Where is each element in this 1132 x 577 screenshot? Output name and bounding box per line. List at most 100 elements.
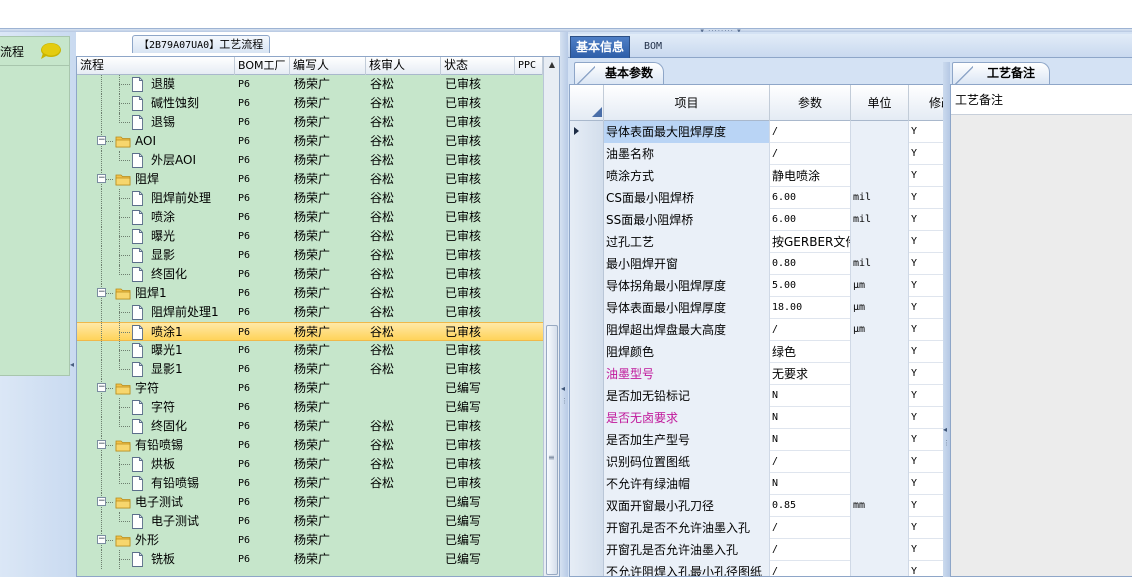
param-modify-cell[interactable]: Y — [909, 275, 945, 297]
param-row[interactable]: 导体拐角最小阻焊厚度 5.00 μm Y — [570, 275, 945, 297]
param-modify-cell[interactable]: Y — [909, 187, 945, 209]
tree-leaf-row[interactable]: 退膜 P6 杨荣广 谷松 已审核 — [77, 75, 543, 94]
param-value-cell[interactable]: / — [770, 561, 851, 576]
row-selector[interactable] — [570, 143, 604, 165]
param-row[interactable]: 不允许阻焊入孔最小孔径图纸 / Y — [570, 561, 945, 576]
tree-leaf-row[interactable]: 显影 P6 杨荣广 谷松 已审核 — [77, 246, 543, 265]
row-selector[interactable] — [570, 363, 604, 385]
row-selector[interactable] — [570, 473, 604, 495]
col-header-flow[interactable]: 流程 — [77, 57, 235, 75]
param-value-cell[interactable]: / — [770, 517, 851, 539]
param-row[interactable]: 导体表面最小阻焊厚度 18.00 μm Y — [570, 297, 945, 319]
param-modify-cell[interactable]: Y — [909, 209, 945, 231]
param-row[interactable]: 识别码位置图纸 / Y — [570, 451, 945, 473]
param-modify-cell[interactable]: Y — [909, 319, 945, 341]
param-value-cell[interactable]: 18.00 — [770, 297, 851, 319]
row-selector[interactable] — [570, 297, 604, 319]
param-modify-cell[interactable]: Y — [909, 231, 945, 253]
param-row[interactable]: 喷涂方式 静电喷涂 Y — [570, 165, 945, 187]
param-value-cell[interactable]: 无要求 — [770, 363, 851, 385]
param-modify-cell[interactable]: Y — [909, 429, 945, 451]
tree-leaf-row[interactable]: 阻焊前处理1 P6 杨荣广 谷松 已审核 — [77, 303, 543, 322]
tree-scrollbar[interactable]: ▲ ≡ — [543, 57, 559, 576]
param-value-cell[interactable]: 0.80 — [770, 253, 851, 275]
param-modify-cell[interactable]: Y — [909, 165, 945, 187]
param-row[interactable]: 开窗孔是否允许油墨入孔 / Y — [570, 539, 945, 561]
param-modify-cell[interactable]: Y — [909, 121, 945, 143]
param-value-cell[interactable]: / — [770, 143, 851, 165]
param-value-cell[interactable]: 6.00 — [770, 209, 851, 231]
tree-folder-row[interactable]: − 阻焊 P6 杨荣广 谷松 已审核 — [77, 170, 543, 189]
tab-bom[interactable]: BOM — [644, 36, 662, 58]
col-header-writer[interactable]: 编写人 — [290, 57, 366, 75]
param-value-cell[interactable]: 6.00 — [770, 187, 851, 209]
param-value-cell[interactable]: N — [770, 473, 851, 495]
row-selector[interactable] — [570, 561, 604, 576]
tree-leaf-row[interactable]: 碱性蚀刻 P6 杨荣广 谷松 已审核 — [77, 94, 543, 113]
collapse-node-icon[interactable]: − — [97, 383, 106, 392]
param-row[interactable]: 不允许有绿油帽 N Y — [570, 473, 945, 495]
row-selector[interactable] — [570, 231, 604, 253]
tree-leaf-row[interactable]: 曝光1 P6 杨荣广 谷松 已审核 — [77, 341, 543, 360]
tree-leaf-row[interactable]: 铣板 P6 杨荣广 已编写 — [77, 550, 543, 569]
param-modify-cell[interactable]: Y — [909, 363, 945, 385]
tree-folder-row[interactable]: − 有铅喷锡 P6 杨荣广 谷松 已审核 — [77, 436, 543, 455]
tree-leaf-row[interactable]: 终固化 P6 杨荣广 谷松 已审核 — [77, 265, 543, 284]
col-header-modify[interactable]: 修改 — [909, 85, 945, 121]
tree-folder-row[interactable]: − 字符 P6 杨荣广 已编写 — [77, 379, 543, 398]
col-header-status[interactable]: 状态 — [441, 57, 515, 75]
param-value-cell[interactable]: 绿色 — [770, 341, 851, 363]
collapse-arrow-icon[interactable]: ◂ — [70, 360, 75, 370]
param-row[interactable]: 过孔工艺 按GERBER文件 Y — [570, 231, 945, 253]
param-modify-cell[interactable]: Y — [909, 539, 945, 561]
scroll-up-icon[interactable]: ▲ — [544, 57, 559, 73]
param-modify-cell[interactable]: Y — [909, 341, 945, 363]
tree-leaf-row[interactable]: 喷涂1 P6 杨荣广 谷松 已审核 — [77, 322, 543, 342]
param-row[interactable]: 是否加无铅标记 N Y — [570, 385, 945, 407]
row-selector[interactable] — [570, 253, 604, 275]
row-selector[interactable] — [570, 517, 604, 539]
tree-leaf-row[interactable]: 阻焊前处理 P6 杨荣广 谷松 已审核 — [77, 189, 543, 208]
tree-folder-row[interactable]: − 电子测试 P6 杨荣广 已编写 — [77, 493, 543, 512]
collapse-arrow-icon[interactable]: ◂ — [943, 425, 947, 434]
row-selector[interactable] — [570, 495, 604, 517]
row-selector[interactable] — [570, 319, 604, 341]
tree-leaf-row[interactable]: 曝光 P6 杨荣广 谷松 已审核 — [77, 227, 543, 246]
comment-icon[interactable] — [38, 42, 62, 60]
col-header-item[interactable]: 项目 — [604, 85, 770, 121]
row-selector[interactable] — [570, 407, 604, 429]
param-value-cell[interactable]: N — [770, 407, 851, 429]
param-row[interactable]: CS面最小阻焊桥 6.00 mil Y — [570, 187, 945, 209]
col-header-value[interactable]: 参数 — [770, 85, 851, 121]
param-row[interactable]: 阻焊超出焊盘最大高度 / μm Y — [570, 319, 945, 341]
middle-splitter[interactable]: ◂ ⋮ — [560, 32, 568, 577]
param-modify-cell[interactable]: Y — [909, 451, 945, 473]
param-row[interactable]: 双面开窗最小孔刀径 0.85 mm Y — [570, 495, 945, 517]
param-value-cell[interactable]: N — [770, 429, 851, 451]
collapse-arrow-icon[interactable]: ◂ — [561, 384, 565, 393]
col-header-unit[interactable]: 单位 — [851, 85, 909, 121]
collapse-node-icon[interactable]: − — [97, 440, 106, 449]
right-splitter[interactable]: ◂ ⋮ — [943, 62, 950, 577]
param-row[interactable]: 阻焊颜色 绿色 Y — [570, 341, 945, 363]
collapse-node-icon[interactable]: − — [97, 288, 106, 297]
param-modify-cell[interactable]: Y — [909, 495, 945, 517]
tree-leaf-row[interactable]: 喷涂 P6 杨荣广 谷松 已审核 — [77, 208, 543, 227]
param-row[interactable]: 是否加生产型号 N Y — [570, 429, 945, 451]
param-row[interactable]: SS面最小阻焊桥 6.00 mil Y — [570, 209, 945, 231]
collapse-node-icon[interactable]: − — [97, 136, 106, 145]
param-row[interactable]: 最小阻焊开窗 0.80 mil Y — [570, 253, 945, 275]
param-value-cell[interactable]: N — [770, 385, 851, 407]
tree-leaf-row[interactable]: 字符 P6 杨荣广 已编写 — [77, 398, 543, 417]
tab-basic-info[interactable]: 基本信息 — [570, 36, 631, 58]
param-modify-cell[interactable]: Y — [909, 561, 945, 576]
row-selector[interactable] — [570, 275, 604, 297]
tree-leaf-row[interactable]: 有铅喷锡 P6 杨荣广 谷松 已审核 — [77, 474, 543, 493]
process-notes-field[interactable]: 工艺备注 — [951, 85, 1132, 115]
param-modify-cell[interactable]: Y — [909, 517, 945, 539]
row-selector[interactable] — [570, 451, 604, 473]
param-row[interactable]: 油墨名称 / Y — [570, 143, 945, 165]
param-modify-cell[interactable]: Y — [909, 385, 945, 407]
param-modify-cell[interactable]: Y — [909, 253, 945, 275]
col-header-reviewer[interactable]: 核审人 — [366, 57, 441, 75]
